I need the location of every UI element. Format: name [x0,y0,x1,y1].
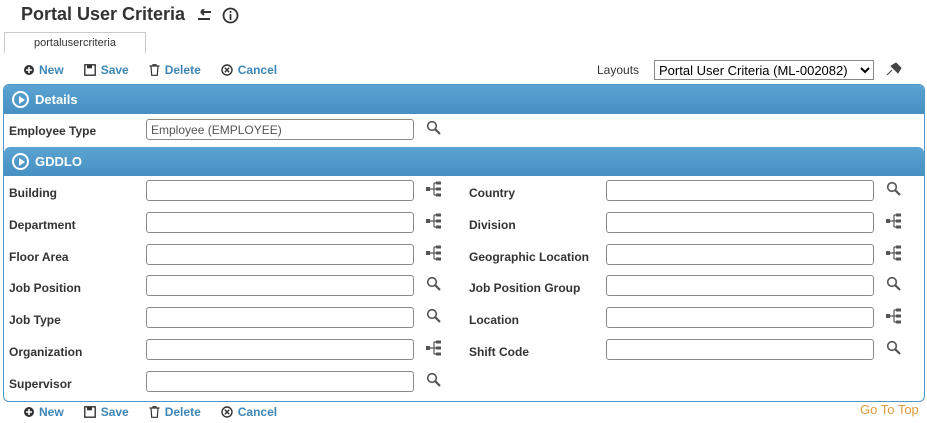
layouts-select[interactable]: Portal User Criteria (ML-002082) [654,60,874,80]
new-button[interactable]: New [24,63,64,77]
bottom-toolbar: New Save Delete Cancel [24,405,277,419]
expand-icon [12,153,29,170]
building-label: Building [9,186,57,200]
delete-label: Delete [164,405,201,419]
shift-code-input[interactable] [606,339,874,360]
return-icon[interactable] [196,8,214,23]
trash-icon [149,64,160,76]
tree-icon[interactable] [426,340,442,356]
geographic-location-label: Geographic Location [469,249,590,264]
tree-icon[interactable] [886,308,902,324]
search-icon[interactable] [426,308,442,324]
search-icon[interactable] [886,340,902,356]
job-type-input[interactable] [146,307,414,329]
expand-icon [12,91,29,108]
search-icon[interactable] [426,120,442,136]
job-position-group-label: Job Position Group [469,281,581,296]
cancel-button[interactable]: Cancel [221,63,277,77]
cancel-label: Cancel [237,405,278,419]
search-icon[interactable] [426,372,442,388]
save-button[interactable]: Save [83,405,129,419]
department-input[interactable] [146,211,414,233]
tree-icon[interactable] [426,245,442,261]
supervisor-label: Supervisor [9,376,72,391]
top-toolbar: New Save Delete Cancel [24,63,277,77]
cancel-button[interactable]: Cancel [221,405,277,419]
country-label: Country [469,186,515,200]
gddlo-section-header[interactable]: GDDLO [4,147,924,176]
job-position-input[interactable] [146,275,414,297]
search-icon[interactable] [886,276,902,292]
employee-type-label: Employee Type [9,124,97,138]
new-label: New [39,63,64,77]
country-input[interactable] [606,180,874,201]
new-button[interactable]: New [24,405,64,419]
building-input[interactable] [146,180,414,201]
organization-label: Organization [9,345,83,359]
page-title: Portal User Criteria [21,4,186,24]
division-input[interactable] [606,211,874,233]
trash-icon [149,406,160,418]
gddlo-fields: Building Department Floor Area Job Position… [4,176,924,401]
search-icon[interactable] [426,276,442,292]
tree-icon[interactable] [886,245,902,261]
details-section-title: Details [35,92,78,107]
go-to-top-link[interactable]: Go To Top [860,402,919,417]
save-icon [83,406,96,418]
shift-code-label: Shift Code [469,345,529,359]
organization-input[interactable] [146,339,414,360]
floor-area-input[interactable] [146,243,414,265]
details-section-header[interactable]: Details [4,85,924,114]
search-icon[interactable] [886,181,902,197]
save-label: Save [100,405,129,419]
delete-button[interactable]: Delete [149,63,201,77]
tree-icon[interactable] [886,213,902,229]
floor-area-label: Floor Area [9,249,69,264]
location-input[interactable] [606,307,874,329]
info-icon[interactable] [222,7,239,24]
cancel-icon [221,64,233,76]
geographic-location-input[interactable] [606,243,874,265]
job-type-label: Job Type [9,313,61,328]
save-icon [83,64,96,76]
employee-type-input[interactable] [146,119,414,140]
tree-icon[interactable] [426,213,442,229]
criteria-panel: Details Employee Type GDDLO Building Depa… [3,84,925,402]
location-label: Location [469,313,519,328]
plus-icon [24,407,34,417]
cancel-icon [221,406,233,418]
cancel-label: Cancel [237,63,278,77]
supervisor-input[interactable] [146,370,414,392]
new-label: New [39,405,64,419]
gddlo-section-title: GDDLO [35,154,82,169]
job-position-label: Job Position [9,281,81,296]
division-label: Division [469,217,516,232]
delete-label: Delete [164,63,201,77]
department-label: Department [9,217,76,232]
delete-button[interactable]: Delete [149,405,201,419]
pin-icon[interactable] [886,62,902,76]
job-position-group-input[interactable] [606,275,874,297]
tab-portalusercriteria[interactable]: portalusercriteria [4,32,146,53]
save-label: Save [100,63,129,77]
layouts-label: Layouts [597,63,640,77]
tree-icon[interactable] [426,181,442,197]
plus-icon [24,65,34,75]
save-button[interactable]: Save [83,63,129,77]
